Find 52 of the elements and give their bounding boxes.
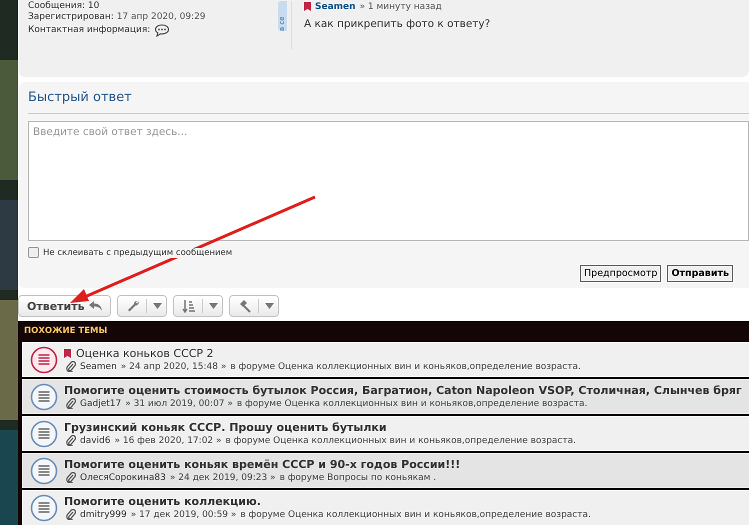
post-author[interactable]: Seamen [315, 2, 356, 12]
caret-icon [208, 303, 218, 310]
topic-forum: в форуме Оценка коллекционных вин и коньяков,определение возраста. [240, 510, 591, 520]
topic-author[interactable]: dmitry999 [80, 510, 127, 520]
topic-title[interactable]: Помогите оценить коллекцию. [64, 495, 261, 508]
sort-menu-button[interactable] [172, 295, 223, 317]
posts-count: Сообщения: 10 [28, 1, 100, 12]
topic-date: » 16 фев 2020, 17:02 » [114, 436, 222, 446]
topic-forum: в форуме Оценка коллекционных вин и коньяков,определение возраста. [226, 436, 576, 446]
topic-author[interactable]: ОлесяСорокина83 [80, 472, 166, 482]
topic-date: » 24 дек 2019, 09:23 » [170, 472, 276, 482]
hammer-icon [238, 299, 252, 314]
registered-date: Зарегистрирован: 17 апр 2020, 09:29 [28, 12, 207, 23]
wrench-menu-button[interactable] [116, 295, 167, 317]
post-time: » 1 минуту назад [360, 2, 442, 12]
chat-bubble-icon[interactable] [154, 24, 170, 37]
merge-checkbox[interactable] [28, 247, 39, 258]
topic-title[interactable]: Помогите оценить коньяк времён СССР и 90-х годов России!!! [64, 458, 460, 471]
topic-date: » 17 дек 2019, 00:59 » [130, 510, 236, 520]
post-text: А как прикрепить фото к ответу? [304, 18, 490, 30]
topic-forum: в форуме Оценка коллекционных вин и коньяков,определение возраста. [230, 362, 581, 372]
section-header: ПОХОЖИЕ ТЕМЫ [23, 325, 108, 338]
topic-forum: в форуме Оценка коллекционных вин и коньяков,определение возраста. [236, 398, 588, 408]
topic-author[interactable]: Seamen [80, 362, 117, 372]
submit-button[interactable]: Отправить [667, 265, 733, 282]
paperclip-icon [66, 361, 76, 372]
reply-field[interactable]: Введите свой ответ здесь... [28, 121, 749, 242]
paperclip-icon [66, 398, 76, 409]
topic-author[interactable]: david6 [80, 436, 110, 446]
paperclip-icon [66, 472, 76, 483]
quick-reply-title: Быстрый ответ [28, 90, 749, 114]
topic-title[interactable]: Оценка коньков СССР 2 [76, 347, 214, 360]
reply-button[interactable]: Ответить [18, 295, 111, 317]
wrench-icon [126, 299, 140, 314]
topic-author[interactable]: Gadjet17 [80, 398, 122, 408]
caret-icon [264, 303, 274, 310]
post-icon [304, 2, 311, 11]
hammer-menu-button[interactable] [228, 295, 279, 317]
topic-title[interactable]: Грузинский коньяк СССР. Прошу оценить бутылки [64, 421, 387, 434]
sort-icon [182, 299, 196, 314]
topic-title[interactable]: Помогите оценить стоимость бутылок Россия, Багратион, Caton Napoleon VSOP, Столичная, Слынчев бряг [64, 384, 742, 397]
topic-forum: в форуме Вопросы по коньякам . [280, 472, 436, 482]
topic-date: » 24 апр 2020, 15:48 » [120, 362, 226, 372]
new-post-icon [64, 349, 71, 358]
caret-icon [152, 303, 162, 310]
merge-label: Не склеивать с предыдущим сообщением [43, 248, 234, 258]
contact-label: Контактная информация: [28, 25, 150, 36]
paperclip-icon [66, 509, 76, 520]
topic-date: » 31 июл 2019, 00:07 » [125, 398, 233, 408]
paperclip-icon [66, 435, 76, 446]
preview-button[interactable]: Предпросмотр [580, 265, 662, 282]
reply-arrow-icon [88, 300, 104, 312]
